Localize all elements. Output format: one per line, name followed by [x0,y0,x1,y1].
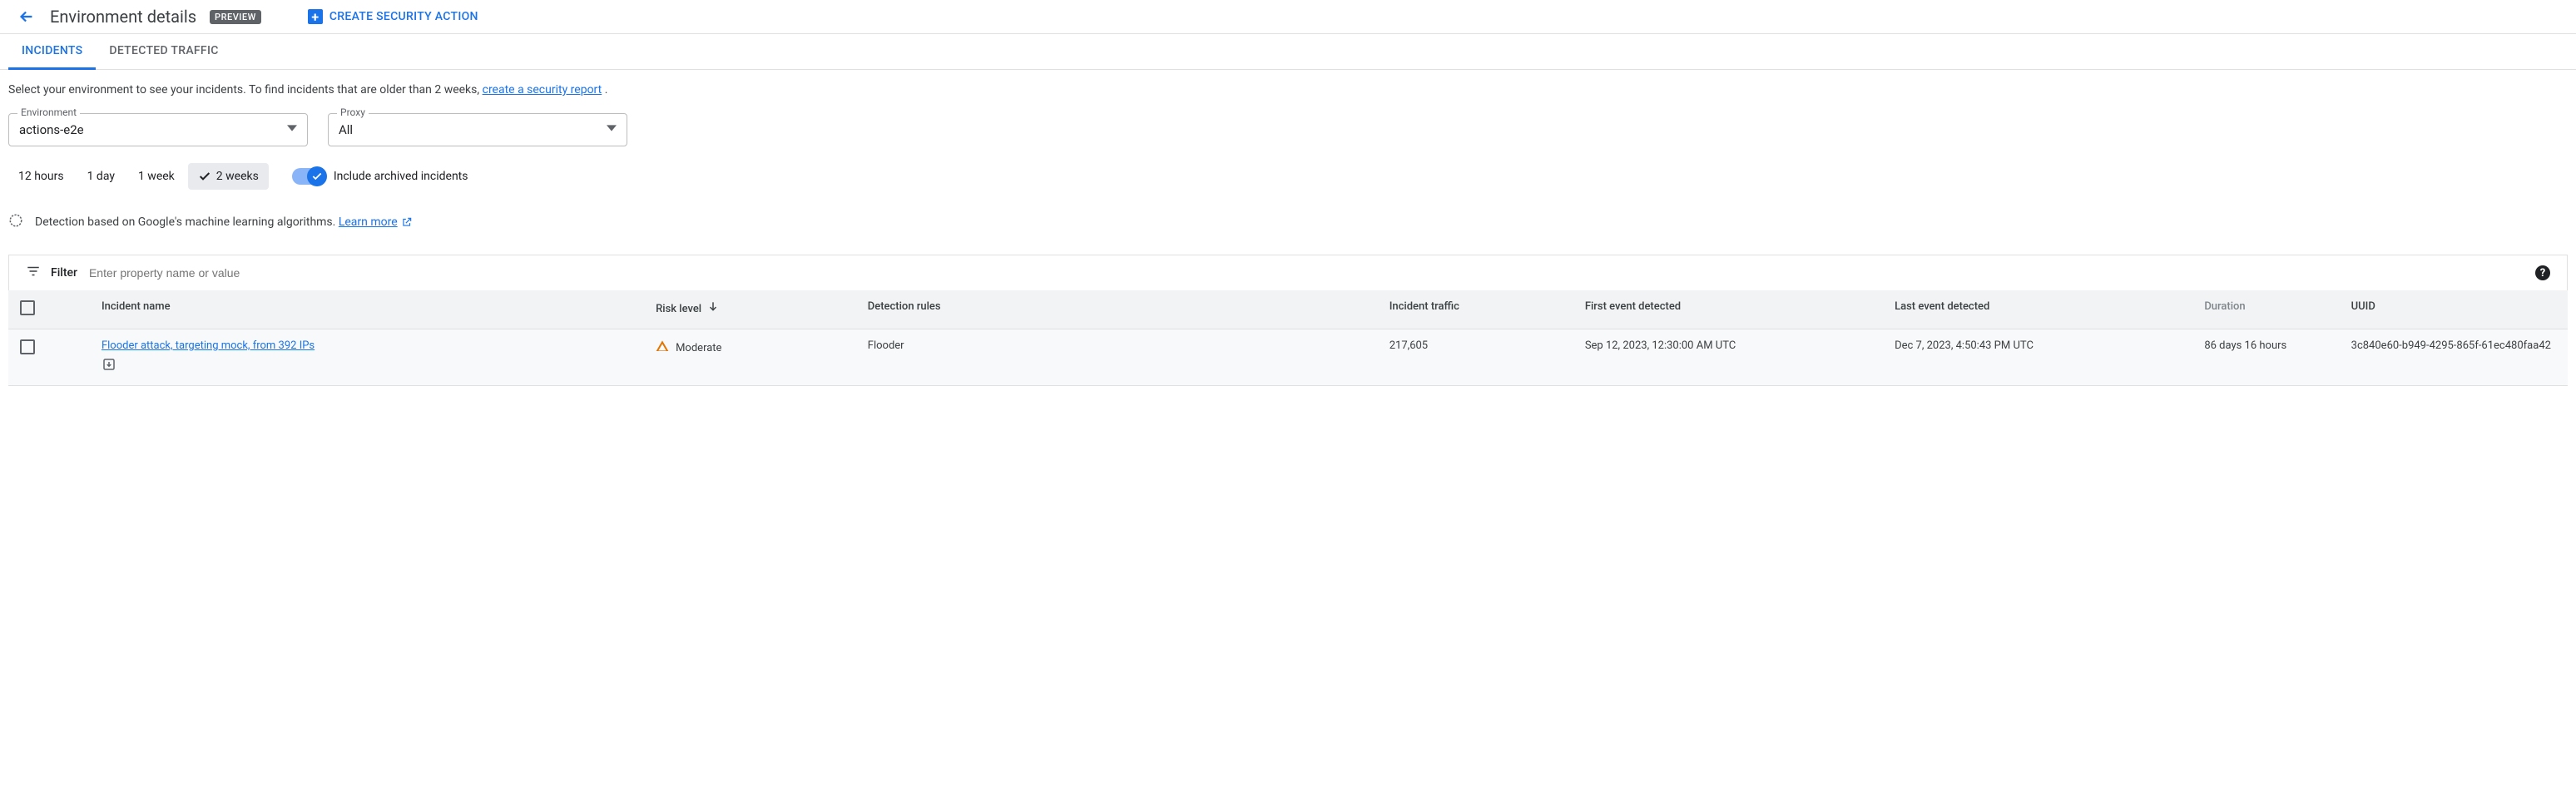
time-12-hours[interactable]: 12 hours [8,163,74,190]
plus-icon: + [308,9,323,24]
create-action-label: CREATE SECURITY ACTION [329,10,478,23]
row-checkbox[interactable] [20,339,35,354]
learn-more-link[interactable]: Learn more [339,215,413,229]
proxy-select[interactable]: Proxy All [328,113,627,146]
proxy-label: Proxy [337,106,369,118]
controls-row: 12 hours 1 day 1 week 2 weeks Include ar… [8,163,2568,190]
preview-badge: PREVIEW [210,10,261,24]
time-2-weeks[interactable]: 2 weeks [188,163,269,190]
intro-text-a: Select your environment to see your inci… [8,83,483,97]
first-event-value: Sep 12, 2023, 12:30:00 AM UTC [1573,329,1883,386]
header-bar: Environment details PREVIEW + CREATE SEC… [0,0,2576,34]
col-risk-level[interactable]: Risk level [644,290,856,329]
col-last-event[interactable]: Last event detected [1883,290,2192,329]
detection-rules-value: Flooder [856,329,1378,386]
table-header-row: Incident name Risk level Detection rules… [8,290,2568,329]
check-icon [311,171,323,182]
time-1-week[interactable]: 1 week [128,163,185,190]
filter-input[interactable] [87,265,2525,280]
create-security-report-link[interactable]: create a security report [483,83,602,97]
col-duration[interactable]: Duration [2192,290,2339,329]
toggle-knob [307,166,327,186]
col-risk-label: Risk level [656,303,701,315]
incident-name-link[interactable]: Flooder attack, targeting mock, from 392… [102,339,315,352]
detection-text: Detection based on Google's machine lear… [35,215,339,229]
page-title: Environment details [50,7,196,27]
check-icon [198,170,211,183]
uuid-value: 3c840e60-b949-4295-865f-61ec480faa42 [2340,329,2568,386]
help-icon[interactable]: ? [2535,265,2550,280]
col-incident-traffic[interactable]: Incident traffic [1378,290,1573,329]
learn-more-label: Learn more [339,215,398,229]
last-event-value: Dec 7, 2023, 4:50:43 PM UTC [1883,329,2192,386]
warning-icon [656,339,669,356]
incidents-table: Incident name Risk level Detection rules… [8,290,2568,386]
filter-icon [26,264,41,282]
risk-level-value: Moderate [676,342,721,354]
chevron-down-icon [287,123,297,136]
create-security-action-button[interactable]: + CREATE SECURITY ACTION [308,9,478,24]
filter-bar: Filter ? [8,255,2568,290]
environment-label: Environment [17,106,80,118]
environment-value: actions-e2e [19,122,84,137]
archive-icon[interactable] [102,357,116,375]
filter-label: Filter [51,266,77,280]
tabs: INCIDENTS DETECTED TRAFFIC [0,34,2576,70]
proxy-value: All [339,122,353,137]
include-archived-toggle[interactable] [292,168,325,185]
toggle-label: Include archived incidents [334,170,468,183]
time-1-day[interactable]: 1 day [77,163,125,190]
col-uuid[interactable]: UUID [2340,290,2568,329]
chevron-down-icon [607,123,617,136]
incident-traffic-value: 217,605 [1378,329,1573,386]
sort-descending-icon [707,303,719,315]
col-incident-name[interactable]: Incident name [90,290,644,329]
environment-select[interactable]: Environment actions-e2e [8,113,308,146]
tab-incidents[interactable]: INCIDENTS [8,34,96,70]
external-link-icon [401,216,413,228]
refresh-icon [8,213,23,231]
tab-detected-traffic[interactable]: DETECTED TRAFFIC [96,34,231,69]
table-row[interactable]: Flooder attack, targeting mock, from 392… [8,329,2568,386]
detection-note: Detection based on Google's machine lear… [8,213,2568,231]
intro-text-b: . [602,83,607,97]
intro-text: Select your environment to see your inci… [8,83,2568,97]
time-2-weeks-label: 2 weeks [216,170,259,183]
select-all-checkbox[interactable] [20,300,35,315]
col-detection-rules[interactable]: Detection rules [856,290,1378,329]
back-arrow-icon[interactable] [17,7,37,27]
duration-value: 86 days 16 hours [2192,329,2339,386]
col-first-event[interactable]: First event detected [1573,290,1883,329]
